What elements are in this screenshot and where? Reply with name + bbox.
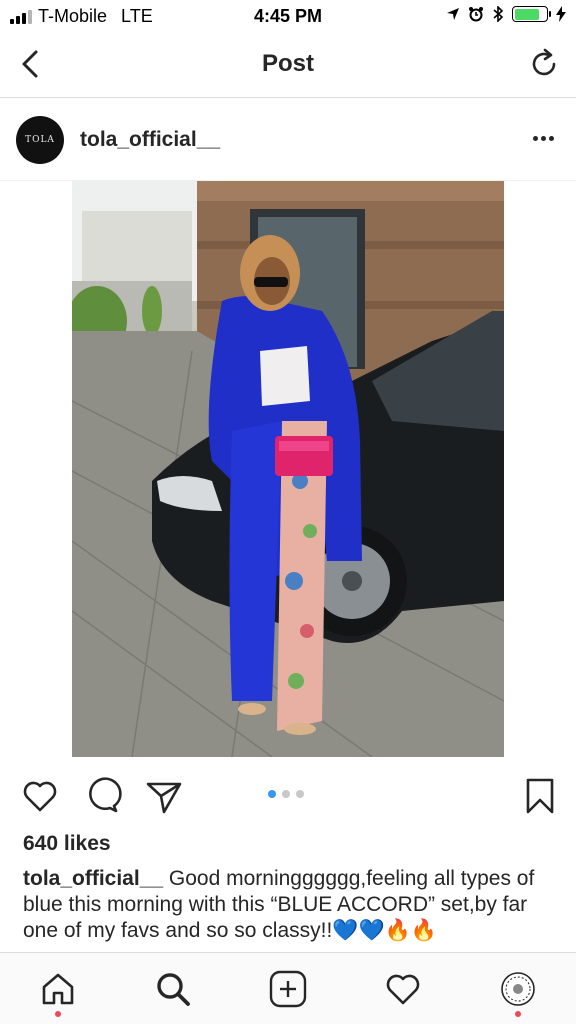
activity-heart-icon[interactable]: [383, 969, 423, 1009]
post-caption: tola_official__ Good morningggggg,feelin…: [23, 866, 558, 944]
bookmark-icon[interactable]: [520, 776, 560, 816]
profile-notification-dot: [515, 1011, 521, 1017]
page-title: Post: [261, 50, 314, 77]
more-options-icon[interactable]: [528, 123, 558, 153]
alarm-clock-icon: [469, 7, 483, 22]
carousel-dot: [282, 790, 290, 798]
likes-count[interactable]: 640 likes: [23, 832, 111, 856]
new-post-icon[interactable]: [268, 969, 308, 1009]
avatar-logo-text: TOLA: [25, 135, 55, 145]
comment-bubble-icon[interactable]: [82, 776, 122, 816]
post-photo[interactable]: [72, 181, 504, 757]
home-notification-dot: [55, 1011, 61, 1017]
avatar[interactable]: TOLA: [16, 116, 64, 164]
carousel-indicator: [268, 790, 304, 798]
carousel-dot: [296, 790, 304, 798]
bottom-tab-bar: [0, 952, 576, 1024]
profile-avatar-icon[interactable]: [498, 969, 538, 1009]
navigation-bar: Post: [0, 32, 576, 98]
battery-icon: [512, 6, 551, 22]
location-arrow-icon: [447, 8, 459, 20]
share-paper-plane-icon[interactable]: [144, 776, 184, 816]
post-username[interactable]: tola_official__: [80, 128, 220, 152]
like-heart-icon[interactable]: [20, 776, 60, 816]
bluetooth-icon: [493, 6, 504, 22]
post-header: TOLA tola_official__: [0, 99, 576, 181]
charging-bolt-icon: [556, 6, 566, 22]
status-bar: T-Mobile LTE 4:45 PM: [0, 0, 576, 32]
home-icon[interactable]: [38, 969, 78, 1009]
caption-username[interactable]: tola_official__: [23, 867, 163, 890]
search-icon[interactable]: [153, 969, 193, 1009]
post-action-bar: [0, 770, 576, 820]
refresh-icon[interactable]: [526, 46, 562, 82]
carousel-dot-active: [268, 790, 276, 798]
